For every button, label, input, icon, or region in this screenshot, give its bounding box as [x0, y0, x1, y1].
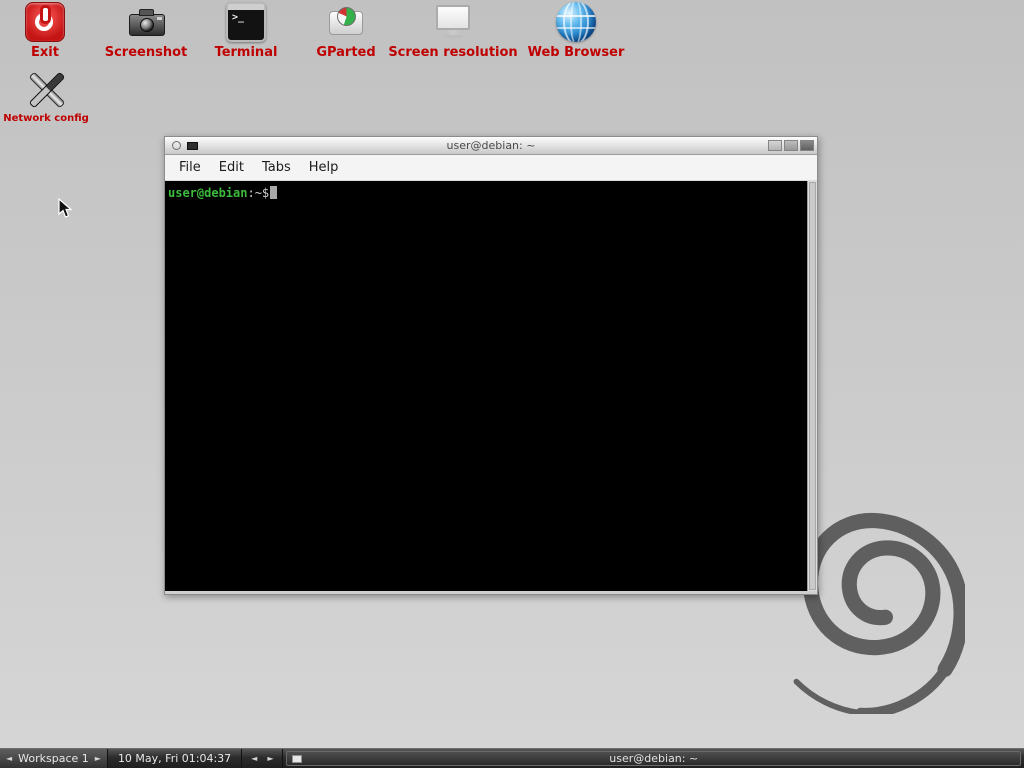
icon-label: Screenshot — [105, 45, 188, 60]
workspace-prev-icon[interactable]: ◄ — [6, 754, 12, 763]
icon-label: GParted — [316, 45, 375, 60]
workspace-label[interactable]: Workspace 1 — [18, 752, 89, 765]
menu-help[interactable]: Help — [300, 156, 348, 179]
camera-icon — [126, 2, 166, 42]
task-button-label: user@debian: ~ — [609, 752, 698, 765]
task-button-terminal[interactable]: user@debian: ~ — [286, 751, 1021, 766]
gparted-disk-icon — [326, 2, 366, 42]
prompt-path: :~$ — [247, 186, 269, 200]
menu-file[interactable]: File — [170, 156, 210, 179]
terminal-menubar: File Edit Tabs Help — [165, 155, 817, 181]
taskbar: ◄ Workspace 1 ► 10 May, Fri 01:04:37 ◄ ►… — [0, 748, 1024, 768]
tasklist: user@debian: ~ — [283, 749, 1024, 768]
tasklist-nav: ◄ ► — [242, 749, 283, 768]
mouse-cursor — [58, 198, 74, 220]
terminal-icon — [226, 2, 266, 42]
icon-label: Exit — [31, 45, 59, 60]
workspace-pager: ◄ Workspace 1 ► — [0, 749, 108, 768]
titlebar-terminal-icon — [187, 142, 198, 150]
desktop-icon-web-browser[interactable]: Web Browser — [506, 2, 646, 60]
window-titlebar[interactable]: user@debian: ~ — [165, 137, 817, 155]
monitor-icon — [433, 2, 473, 42]
tasklist-next-icon[interactable]: ► — [267, 754, 273, 763]
menu-tabs[interactable]: Tabs — [253, 156, 300, 179]
prompt-user: user@debian — [168, 186, 247, 200]
desktop-icon-screen-resolution[interactable]: Screen resolution — [383, 2, 523, 60]
window-resize-edge[interactable] — [165, 591, 817, 594]
globe-icon — [556, 2, 596, 42]
terminal-scrollbar[interactable] — [807, 181, 817, 591]
task-terminal-icon — [292, 755, 302, 763]
menu-edit[interactable]: Edit — [210, 156, 253, 179]
icon-label: Terminal — [215, 45, 278, 60]
icon-label: Web Browser — [528, 45, 625, 60]
tasklist-prev-icon[interactable]: ◄ — [251, 754, 257, 763]
close-button[interactable] — [800, 140, 814, 151]
workspace-next-icon[interactable]: ► — [95, 754, 101, 763]
window-title: user@debian: ~ — [165, 139, 817, 152]
icon-label: Network config — [3, 113, 89, 124]
desktop-icon-network-config[interactable]: Network config — [0, 70, 116, 124]
taskbar-clock: 10 May, Fri 01:04:37 — [108, 749, 242, 768]
power-icon — [25, 2, 65, 42]
terminal-screen[interactable]: user@debian:~$ — [165, 181, 807, 591]
scrollbar-thumb[interactable] — [809, 182, 816, 590]
icon-label: Screen resolution — [388, 45, 517, 60]
minimize-button[interactable] — [768, 140, 782, 151]
terminal-window: user@debian: ~ File Edit Tabs Help user@… — [164, 136, 818, 595]
terminal-cursor — [270, 186, 277, 199]
titlebar-spinner-icon — [172, 141, 181, 150]
crossed-tools-icon — [26, 70, 66, 110]
maximize-button[interactable] — [784, 140, 798, 151]
